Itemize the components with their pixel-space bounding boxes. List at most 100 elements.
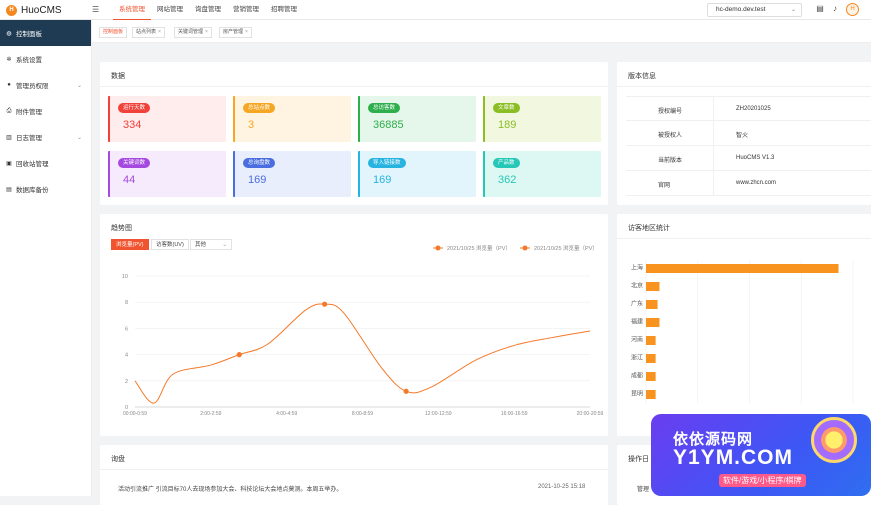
bell-icon[interactable]: ♪	[830, 4, 840, 15]
divider	[100, 469, 608, 470]
topnav-item[interactable]: 招聘管理	[265, 0, 303, 20]
stat-card: 运行天数 334	[108, 96, 226, 142]
oplog-row-label: 管理	[637, 487, 650, 493]
region-label: 广东	[631, 300, 643, 308]
topnav-item[interactable]: 网站管理	[151, 0, 189, 20]
chevron-down-icon: ⌄	[790, 7, 796, 13]
version-key: 授权编号	[658, 109, 683, 115]
sidebar-item[interactable]: ● 管理员权限 ⌄	[0, 72, 91, 98]
app-name: HuoCMS	[21, 4, 62, 16]
region-bar[interactable]	[646, 372, 656, 381]
sidebar-item[interactable]: ▤ 数据库备份	[0, 176, 91, 202]
close-icon[interactable]: ×	[245, 29, 248, 35]
x-tick-label: 4:00-4:59	[276, 411, 297, 417]
version-row: 被授权人 智火	[626, 121, 871, 146]
topnav-item[interactable]: 营销管理	[227, 0, 265, 20]
legend-item[interactable]: 2021/10/25 浏览量（PV）	[520, 244, 598, 252]
x-tick-label: 00:00-0:59	[123, 411, 147, 417]
message-icon[interactable]: ▤	[815, 4, 825, 15]
stat-label: 总站点数	[243, 103, 276, 113]
sidebar-item-label: 日志管理	[16, 135, 42, 142]
page-tab[interactable]: 控制面板	[99, 27, 128, 38]
close-icon[interactable]: ×	[158, 29, 161, 35]
chevron-down-icon: ⌄	[76, 134, 82, 141]
stat-card: 总访客数 36885	[358, 96, 476, 142]
avatar[interactable]: H	[846, 3, 859, 16]
watermark-line3: 软件/游戏/小程序/棋牌	[719, 474, 806, 487]
region-bar[interactable]	[646, 300, 658, 309]
trend-chart: 2021/10/25 浏览量（PV） 2021/10/25 浏览量（PV）0246…	[122, 244, 604, 417]
dashboard-icon: ◍	[6, 30, 12, 37]
page-tab-label: 房产管理	[223, 29, 244, 35]
app-logo[interactable]: H HuoCMS	[0, 0, 92, 20]
y-tick-label: 10	[122, 274, 128, 280]
page-tab-label: 关键词管理	[178, 29, 204, 35]
data-point[interactable]	[321, 301, 328, 307]
sidebar-item[interactable]: ◍ 控制面板	[0, 20, 91, 46]
page-tab-label: 站点列表	[136, 29, 157, 35]
topnav-item[interactable]: 询盘管理	[189, 0, 227, 20]
site-select-value: hc-demo.dev.test	[716, 6, 766, 13]
magnifier-icon	[811, 417, 857, 463]
sidebar-item-label: 系统设置	[16, 57, 42, 64]
user-icon: ●	[7, 82, 11, 88]
stat-card: 产品数 362	[483, 151, 601, 197]
top-nav: 系统管理 网站管理 询盘管理 营销管理 招聘管理	[113, 0, 303, 20]
region-label: 福建	[631, 318, 643, 326]
data-point[interactable]	[236, 352, 242, 358]
stat-value: 169	[248, 174, 267, 186]
data-card-title: 数据	[111, 73, 125, 80]
x-tick-label: 20:00-20:59	[577, 411, 604, 417]
sidebar-item[interactable]: ⎙ 附件管理	[0, 98, 91, 124]
logo-mark: H	[6, 4, 17, 16]
region-bar[interactable]	[646, 318, 660, 327]
close-icon[interactable]: ×	[205, 29, 208, 35]
sidebar-item-label: 数据库备份	[16, 187, 49, 194]
version-key: 官网	[658, 183, 671, 189]
divider	[617, 86, 871, 87]
legend-item[interactable]: 2021/10/25 浏览量（PV）	[433, 244, 511, 252]
topnav-item[interactable]: 系统管理	[113, 0, 151, 20]
region-bar[interactable]	[646, 264, 839, 273]
divider	[713, 121, 714, 145]
stat-label: 产品数	[493, 158, 520, 168]
stat-label: 运行天数	[118, 103, 151, 113]
region-bar[interactable]	[646, 282, 660, 291]
version-row: 官网 www.zhcn.com	[626, 171, 871, 196]
stat-label: 文章数	[493, 103, 520, 113]
trash-icon: ▣	[6, 160, 12, 167]
region-bar[interactable]	[646, 336, 656, 345]
region-label: 浙江	[631, 354, 643, 362]
version-value: ZH20201025	[736, 106, 771, 112]
page-tab[interactable]: 关键词管理 ×	[174, 27, 212, 38]
stat-card: 文章数 189	[483, 96, 601, 142]
trend-card: 趋势图 浏览量(PV) 访客数(UV) 其他 ⌄ 2021/10/25 浏览量（P…	[100, 214, 608, 436]
inquiry-row-text[interactable]: 活动引流推广 引流目标70人去现场参加大会、科技论坛大会地点莫测。本周五举办。	[118, 484, 342, 493]
region-bar[interactable]	[646, 354, 656, 363]
page-tab[interactable]: 站点列表 ×	[132, 27, 165, 38]
version-key: 当前版本	[658, 158, 683, 164]
stat-value: 3	[248, 119, 255, 131]
stat-value: 36885	[373, 119, 404, 131]
page-tab[interactable]: 房产管理 ×	[219, 27, 252, 38]
legend-label: 2021/10/25 浏览量（PV）	[447, 244, 511, 252]
divider	[713, 171, 714, 195]
y-tick-label: 2	[125, 379, 128, 385]
sidebar-item[interactable]: ✲ 系统设置	[0, 46, 91, 72]
inquiry-card: 询盘 活动引流推广 引流目标70人去现场参加大会、科技论坛大会地点莫测。本周五举…	[100, 445, 608, 505]
stat-card: 关键词数 44	[108, 151, 226, 197]
stat-label: 关键词数	[118, 158, 151, 168]
region-label: 成都	[631, 372, 643, 380]
sidebar: ◍ 控制面板 ✲ 系统设置 ● 管理员权限 ⌄ ⎙ 附件管理 ▥ 日志管理 ⌄ ▣ 回收站管理 ▤ 数据库备份	[0, 20, 92, 496]
sidebar-item[interactable]: ▥ 日志管理 ⌄	[0, 124, 91, 150]
divider	[713, 97, 714, 121]
hamburger-icon[interactable]: ☰	[92, 5, 100, 14]
sidebar-item[interactable]: ▣ 回收站管理	[0, 150, 91, 176]
region-bar[interactable]	[646, 390, 656, 399]
version-value: HuoCMS V1.3	[736, 155, 775, 161]
stat-value: 334	[123, 119, 142, 131]
data-point[interactable]	[403, 388, 409, 394]
inquiry-row-time: 2021-10-25 15:18	[538, 484, 586, 490]
data-card: 数据 运行天数 334 总站点数 3 总访客数 36885 文章数 189 关键词数 44 总询盘数…	[100, 62, 608, 205]
site-select[interactable]: hc-demo.dev.test ⌄	[707, 3, 802, 17]
